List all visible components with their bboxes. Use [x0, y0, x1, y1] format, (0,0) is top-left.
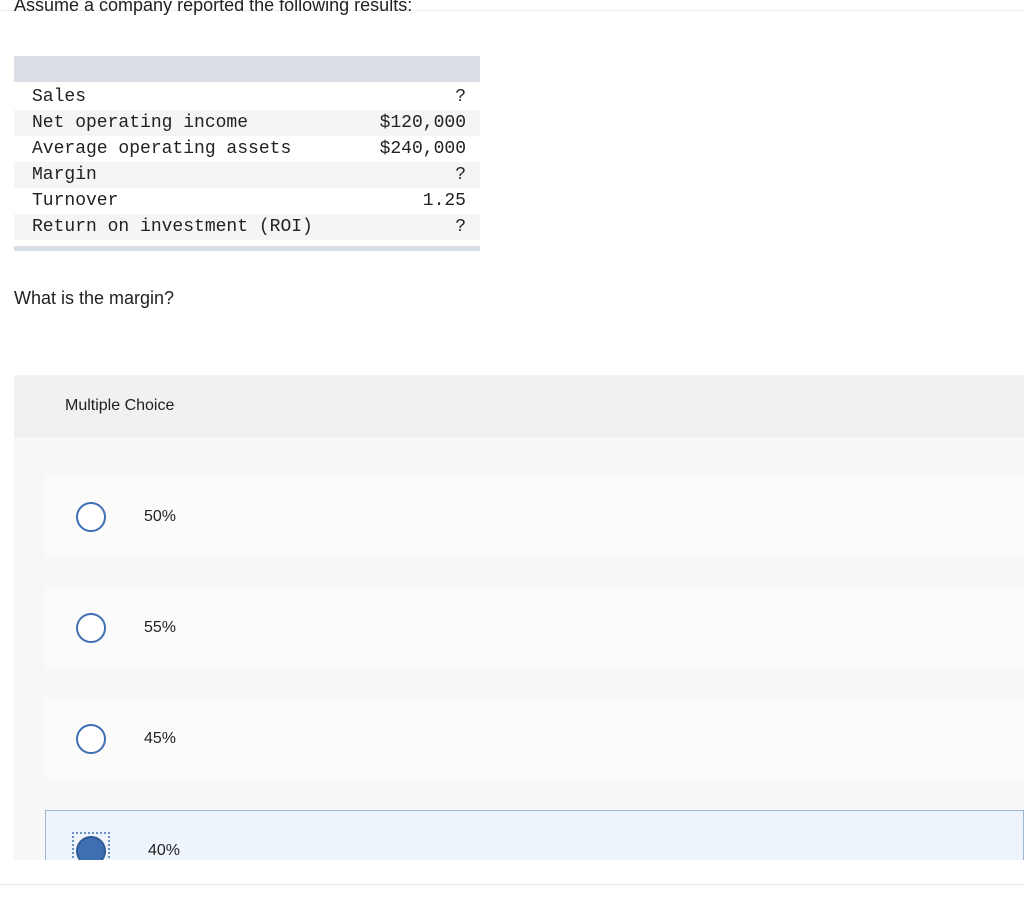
multiple-choice-title: Multiple Choice: [65, 397, 175, 414]
multiple-choice-header: Multiple Choice: [14, 375, 1024, 437]
radio-button[interactable]: [76, 612, 106, 643]
choice-option-2[interactable]: 55%: [45, 587, 1024, 668]
multiple-choice-panel: Multiple Choice 50% 55% 45% 40%: [14, 375, 1024, 860]
row-value: $240,000: [379, 139, 466, 159]
radio-button[interactable]: [76, 723, 106, 754]
choice-label: 40%: [148, 841, 181, 859]
table-footer-bar: [14, 246, 480, 251]
row-value: $120,000: [379, 113, 466, 133]
bottom-divider: [0, 884, 1024, 885]
table-row-roi: Return on investment (ROI) ?: [14, 214, 480, 240]
table-row-net-operating-income: Net operating income $120,000: [14, 110, 480, 136]
results-table: Sales ? Net operating income $120,000 Av…: [14, 56, 480, 251]
choice-option-4[interactable]: 40%: [45, 810, 1024, 860]
radio-focus-ring: [72, 831, 110, 860]
row-label: Margin: [32, 165, 97, 185]
question-text: What is the margin?: [14, 288, 175, 308]
radio-button[interactable]: [76, 501, 106, 532]
row-value: 1.25: [422, 191, 466, 211]
choice-option-1[interactable]: 50%: [45, 476, 1024, 557]
table-row-sales: Sales ?: [14, 84, 480, 110]
row-label: Turnover: [32, 191, 119, 211]
choice-label: 50%: [144, 507, 177, 525]
row-value: ?: [455, 165, 466, 185]
table-row-margin: Margin ?: [14, 162, 480, 188]
row-label: Average operating assets: [32, 139, 292, 159]
page: Assume a company reported the following …: [0, 0, 1024, 898]
table-header-bar: [14, 56, 480, 82]
row-label: Return on investment (ROI): [32, 217, 313, 237]
choice-option-3[interactable]: 45%: [45, 698, 1024, 779]
row-value: ?: [455, 217, 466, 237]
row-value: ?: [455, 87, 466, 107]
table-row-average-operating-assets: Average operating assets $240,000: [14, 136, 480, 162]
choice-label: 55%: [144, 618, 177, 636]
table-row-turnover: Turnover 1.25: [14, 188, 480, 214]
row-label: Net operating income: [32, 113, 249, 133]
choice-label: 45%: [144, 729, 177, 747]
row-label: Sales: [32, 87, 87, 107]
intro-text: Assume a company reported the following …: [14, 0, 413, 15]
radio-button-selected[interactable]: [76, 835, 106, 860]
